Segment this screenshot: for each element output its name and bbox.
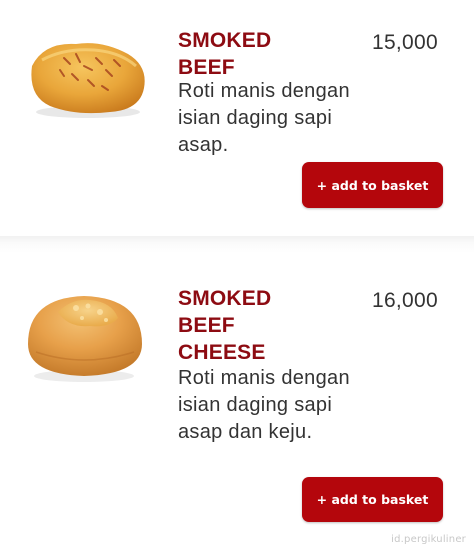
product-price: 15,000 — [371, 31, 438, 54]
product-card-smoked-beef-cheese: SMOKED BEEF CHEESE 16,000 Roti manis den… — [0, 253, 474, 548]
product-name-line: BEEF — [178, 314, 235, 337]
watermark: id.pergikuliner — [391, 534, 466, 545]
product-card-smoked-beef: SMOKED BEEF 15,000 Roti manis dengan isi… — [0, 0, 474, 236]
product-price: 16,000 — [371, 289, 438, 312]
product-description: Roti manis dengan isian daging sapi asap… — [178, 367, 350, 443]
card-divider — [0, 236, 474, 253]
add-to-basket-button[interactable]: + add to basket — [302, 162, 443, 208]
smoked-beef-cheese-bun-icon — [28, 296, 142, 382]
product-name-line: SMOKED — [178, 287, 272, 310]
product-name-line: BEEF — [178, 56, 235, 79]
product-name-line: SMOKED — [178, 29, 272, 52]
product-name: SMOKED BEEF — [178, 27, 271, 81]
smoked-beef-bread-icon — [31, 43, 145, 118]
add-to-basket-button[interactable]: + add to basket — [302, 477, 443, 522]
product-description: Roti manis dengan isian daging sapi asap… — [178, 80, 350, 156]
product-name-line: CHEESE — [178, 341, 266, 364]
product-name: SMOKED BEEF CHEESE — [178, 285, 271, 366]
